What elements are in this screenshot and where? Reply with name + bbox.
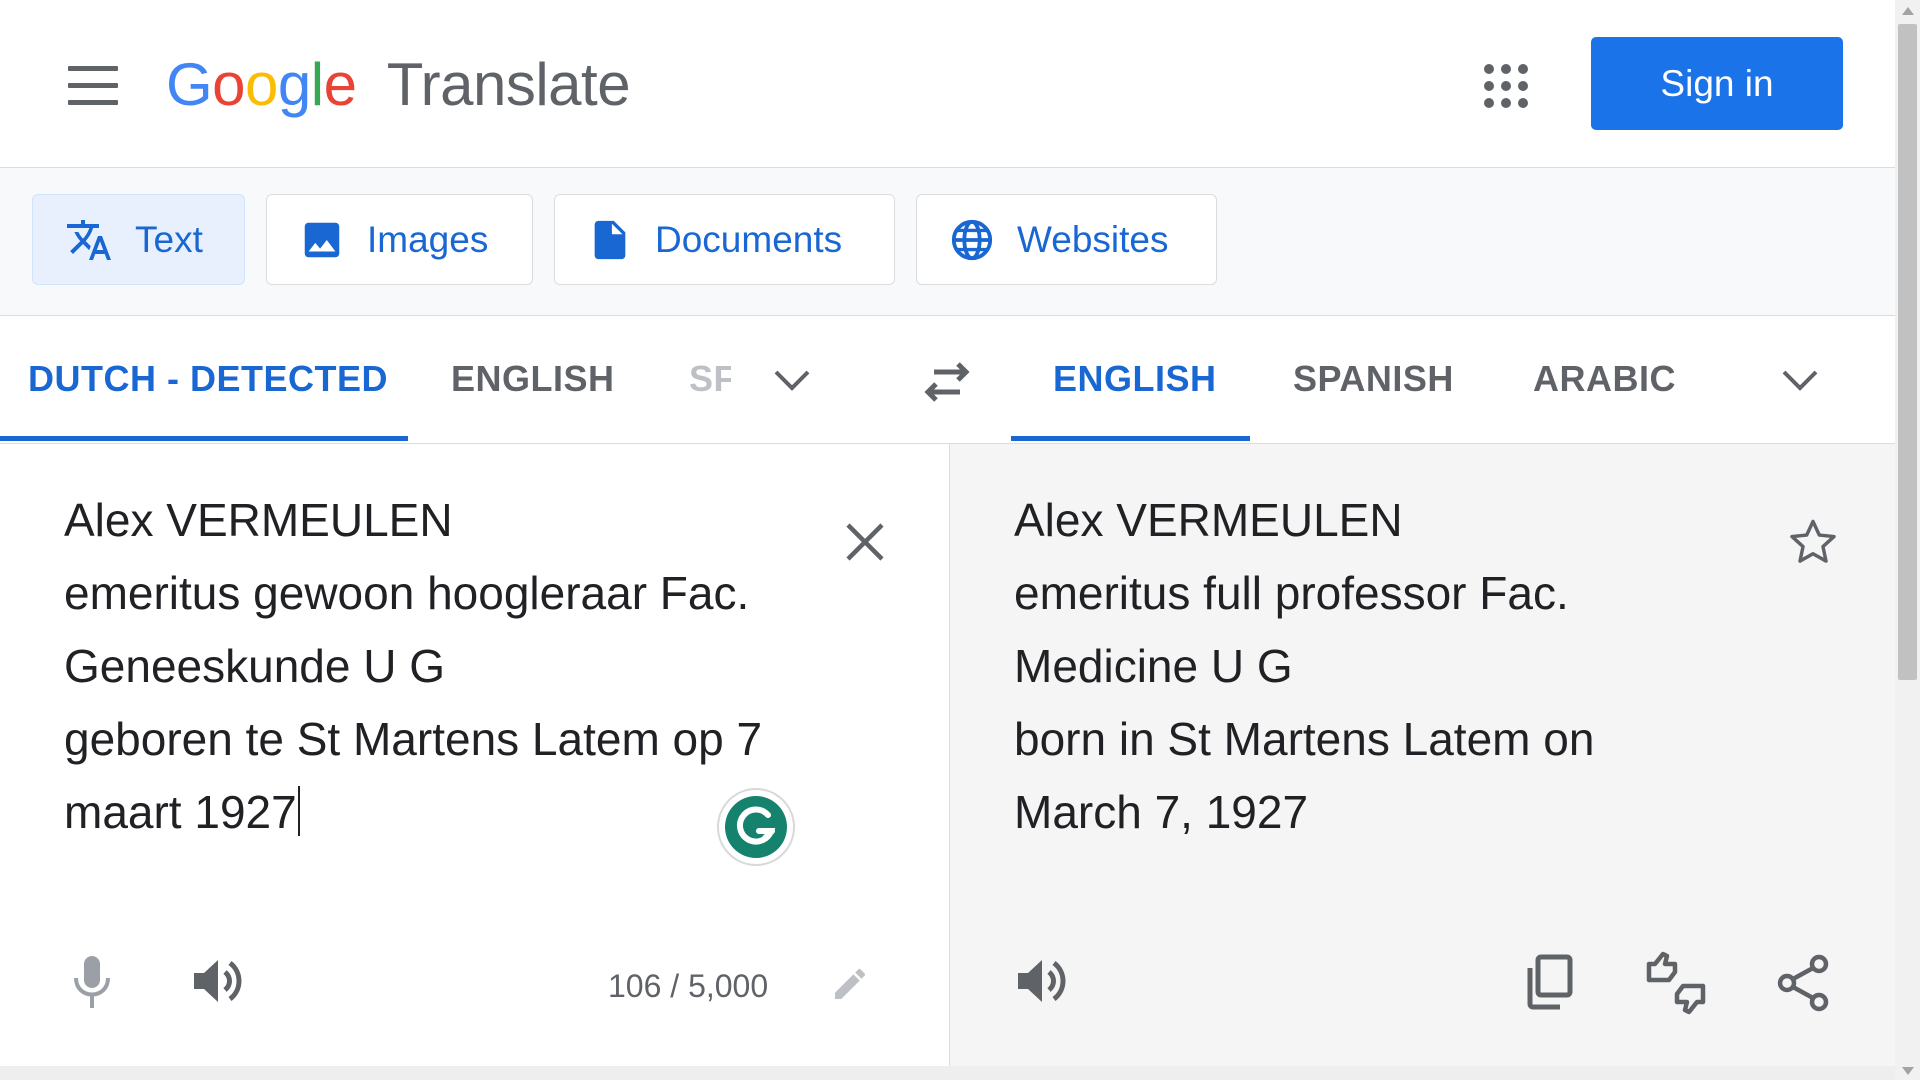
image-icon <box>304 222 340 257</box>
tab-documents-label: Documents <box>655 218 843 260</box>
translation-line: March 7, 1927 <box>1014 786 1309 838</box>
source-lang-dropdown-icon[interactable] <box>772 364 812 394</box>
tab-text-label: Text <box>135 218 203 260</box>
target-lang-spanish[interactable]: SPANISH <box>1293 358 1454 400</box>
source-line: geboren te St Martens Latem op 7 <box>64 713 763 765</box>
source-line: Geneeskunde U G <box>64 640 446 692</box>
character-count: 106 / 5,000 <box>608 968 769 1004</box>
translation-line: emeritus full professor Fac. <box>1014 567 1569 619</box>
speaker-icon[interactable] <box>1016 956 1070 1006</box>
google-wordmark: Google <box>166 51 373 118</box>
tab-websites-label: Websites <box>1017 218 1169 260</box>
app-header: Google Translate Sign in <box>0 0 1895 168</box>
apps-grid-icon[interactable] <box>1484 64 1528 108</box>
scroll-up-icon[interactable] <box>1901 6 1915 16</box>
target-lang-dropdown-icon[interactable] <box>1780 364 1820 394</box>
scrollbar-thumb[interactable] <box>1898 24 1917 680</box>
translation-line: Alex VERMEULEN <box>1014 494 1403 546</box>
google-translate-logo[interactable]: Google Translate <box>166 50 631 120</box>
translation-line: Medicine U G <box>1014 640 1293 692</box>
target-lang-indicator <box>1011 436 1250 441</box>
logo-letter: l <box>310 51 324 118</box>
pencil-icon[interactable] <box>830 964 870 1004</box>
clear-text-icon[interactable] <box>844 521 886 563</box>
logo-letter: e <box>323 51 357 118</box>
mode-tabs: Text Images Documents Websites <box>0 168 1895 316</box>
source-line: maart 1927 <box>64 786 297 838</box>
source-line: emeritus gewoon hoogleraar Fac. <box>64 567 750 619</box>
tab-documents[interactable]: Documents <box>554 194 895 285</box>
copy-icon[interactable] <box>1524 954 1574 1010</box>
source-lang-english[interactable]: ENGLISH <box>451 358 615 400</box>
tab-text[interactable]: Text <box>32 194 245 285</box>
tab-images-label: Images <box>367 218 489 260</box>
translation-line: born in St Martens Latem on <box>1014 713 1595 765</box>
logo-letter: o <box>212 51 246 118</box>
share-icon[interactable] <box>1776 954 1830 1012</box>
speaker-icon[interactable] <box>192 956 246 1006</box>
hamburger-icon[interactable] <box>68 66 120 106</box>
microphone-icon[interactable] <box>70 954 114 1010</box>
globe-icon <box>951 219 993 260</box>
product-name: Translate <box>386 51 631 118</box>
star-icon[interactable] <box>1786 516 1840 568</box>
source-line: Alex VERMEULEN <box>64 494 453 546</box>
language-bar: DUTCH - DETECTED ENGLISH SF ENGLISH SPAN… <box>0 316 1895 444</box>
text-caret <box>297 786 300 836</box>
source-lang-detected[interactable]: DUTCH - DETECTED <box>28 358 388 400</box>
source-lang-truncated[interactable]: SF <box>689 358 731 400</box>
document-icon <box>594 220 626 259</box>
translation-output: Alex VERMEULEN emeritus full professor F… <box>1014 484 1594 849</box>
target-lang-english[interactable]: ENGLISH <box>1053 358 1217 400</box>
source-text-input[interactable]: Alex VERMEULEN emeritus gewoon hoogleraa… <box>64 484 762 849</box>
source-panel: Alex VERMEULEN emeritus gewoon hoogleraa… <box>0 444 948 1066</box>
feedback-thumbs-icon[interactable] <box>1643 950 1709 1016</box>
target-lang-arabic[interactable]: ARABIC <box>1533 358 1676 400</box>
sign-in-button[interactable]: Sign in <box>1591 37 1843 130</box>
logo-letter: G <box>166 51 213 118</box>
scroll-down-icon[interactable] <box>1901 1066 1915 1076</box>
translate-icon <box>67 219 111 260</box>
swap-arrows-icon[interactable] <box>922 360 972 404</box>
tab-images[interactable]: Images <box>266 194 533 285</box>
grammarly-icon[interactable] <box>715 786 797 868</box>
logo-letter: g <box>277 51 311 118</box>
page-bottom-edge <box>0 1066 1895 1080</box>
tab-websites[interactable]: Websites <box>916 194 1217 285</box>
logo-letter: o <box>245 51 278 118</box>
translation-panel: Alex VERMEULEN emeritus full professor F… <box>949 444 1896 1066</box>
source-lang-indicator <box>0 436 408 441</box>
